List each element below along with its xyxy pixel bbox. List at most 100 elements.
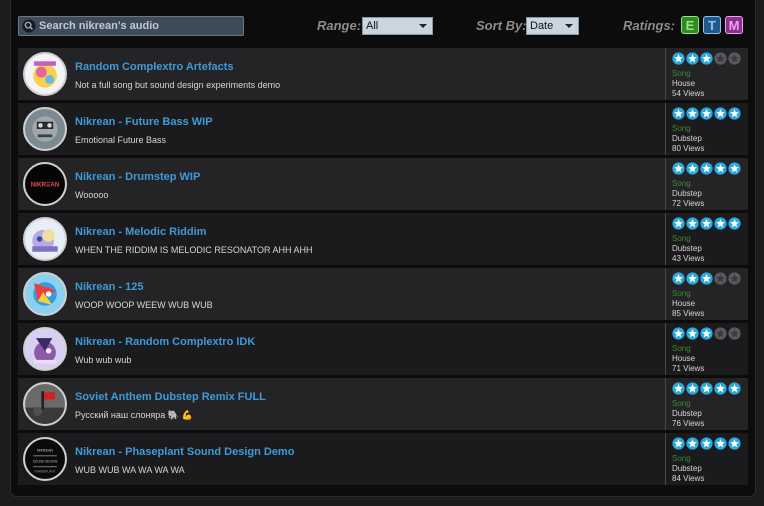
track-views-count: 54 Views — [672, 89, 705, 98]
star-icon — [686, 107, 699, 120]
star-icon — [714, 437, 727, 450]
star-icon — [714, 327, 727, 340]
star-icon — [672, 52, 685, 65]
track-genre-label: House — [672, 299, 696, 308]
track-description: Not a full song but sound design experim… — [75, 80, 281, 90]
svg-text:NIKREAN: NIKREAN — [37, 449, 53, 453]
star-rating — [672, 437, 742, 450]
star-rating — [672, 272, 742, 285]
track-row[interactable]: Nikrean - Melodic Riddim WHEN THE RIDDIM … — [18, 213, 748, 265]
star-rating — [672, 327, 742, 340]
track-description: Emotional Future Bass — [75, 135, 167, 145]
star-icon — [728, 162, 741, 175]
track-title-link[interactable]: Nikrean - Future Bass WIP — [75, 116, 213, 128]
track-title-link[interactable]: Nikrean - Phaseplant Sound Design Demo — [75, 446, 294, 458]
star-icon — [728, 437, 741, 450]
star-rating — [672, 107, 742, 120]
track-title-link[interactable]: Nikrean - 125 — [75, 281, 143, 293]
track-description: WHEN THE RIDDIM IS MELODIC RESONATOR AHH… — [75, 245, 313, 255]
track-meta: Song House 71 Views — [665, 323, 747, 375]
svg-text:SOUND DESIGN: SOUND DESIGN — [33, 460, 58, 464]
star-icon — [672, 272, 685, 285]
rating-toggle-e[interactable]: E — [681, 16, 699, 34]
star-icon — [700, 162, 713, 175]
star-icon — [686, 327, 699, 340]
track-description: WOOP WOOP WEEW WUB WUB — [75, 300, 213, 310]
track-genre-label: House — [672, 354, 696, 363]
star-icon — [686, 52, 699, 65]
star-icon — [700, 327, 713, 340]
sort-select-value: Date — [530, 20, 554, 32]
track-row[interactable]: Soviet Anthem Dubstep Remix FULL Русский … — [18, 378, 748, 430]
track-views-count: 85 Views — [672, 309, 705, 318]
track-thumbnail[interactable] — [23, 272, 67, 316]
range-select[interactable]: All — [362, 17, 433, 35]
star-icon — [672, 327, 685, 340]
track-row[interactable]: NIKREAN SOUND DESIGN PHASEPLANT Nikrean - P… — [18, 433, 748, 485]
star-icon — [700, 437, 713, 450]
star-icon — [728, 217, 741, 230]
star-icon — [700, 107, 713, 120]
track-thumbnail[interactable] — [23, 382, 67, 426]
track-description: Русский наш слоняра 🐘 💪 — [75, 410, 193, 420]
svg-text:NIKRΞAN: NIKRΞAN — [31, 182, 60, 189]
track-genre-label: House — [672, 79, 696, 88]
track-meta: Song Dubstep 43 Views — [665, 213, 747, 265]
track-thumbnail[interactable]: NIKREAN SOUND DESIGN PHASEPLANT — [23, 437, 67, 481]
track-title-link[interactable]: Nikrean - Melodic Riddim — [75, 226, 206, 238]
track-thumbnail[interactable]: NIKRΞAN — [23, 162, 67, 206]
track-meta: Song Dubstep 80 Views — [665, 103, 747, 155]
track-thumbnail[interactable] — [23, 107, 67, 151]
track-row[interactable]: Nikrean - Future Bass WIP Emotional Futur… — [18, 103, 748, 155]
star-icon — [714, 162, 727, 175]
star-icon — [686, 272, 699, 285]
track-type-label: Song — [672, 454, 691, 463]
track-genre-label: Dubstep — [672, 189, 702, 198]
star-icon — [728, 52, 741, 65]
star-icon — [686, 162, 699, 175]
track-views-count: 76 Views — [672, 419, 705, 428]
track-row[interactable]: Random Complextro Artefacts Not a full so… — [18, 48, 748, 100]
range-select-value: All — [366, 20, 379, 32]
track-title-link[interactable]: Nikrean - Random Complextro IDK — [75, 336, 255, 348]
star-rating — [672, 52, 742, 65]
track-meta: Song Dubstep 76 Views — [665, 378, 747, 430]
star-icon — [714, 52, 727, 65]
search-box[interactable] — [18, 16, 244, 36]
track-title-link[interactable]: Soviet Anthem Dubstep Remix FULL — [75, 391, 266, 403]
star-icon — [728, 382, 741, 395]
track-type-label: Song — [672, 344, 691, 353]
star-rating — [672, 382, 742, 395]
star-icon — [700, 382, 713, 395]
chevron-down-icon — [419, 24, 427, 28]
star-icon — [700, 217, 713, 230]
track-thumbnail[interactable] — [23, 217, 67, 261]
star-icon — [714, 107, 727, 120]
track-type-label: Song — [672, 289, 691, 298]
track-type-label: Song — [672, 399, 691, 408]
track-row[interactable]: NIKRΞAN Nikrean - Drumstep WIP Wooooo Song D… — [18, 158, 748, 210]
track-genre-label: Dubstep — [672, 409, 702, 418]
track-type-label: Song — [672, 234, 691, 243]
track-title-link[interactable]: Nikrean - Drumstep WIP — [75, 171, 200, 183]
track-meta: Song House 85 Views — [665, 268, 747, 320]
star-icon — [728, 107, 741, 120]
track-thumbnail[interactable] — [23, 52, 67, 96]
track-row[interactable]: Nikrean - 125 WOOP WOOP WEEW WUB WUB Song H… — [18, 268, 748, 320]
star-icon — [728, 272, 741, 285]
track-description: WUB WUB WA WA WA WA — [75, 465, 185, 475]
svg-text:PHASEPLANT: PHASEPLANT — [35, 470, 56, 474]
track-type-label: Song — [672, 69, 691, 78]
track-thumbnail[interactable] — [23, 327, 67, 371]
rating-toggle-t[interactable]: T — [703, 16, 721, 34]
track-list: Random Complextro Artefacts Not a full so… — [18, 48, 748, 488]
track-row[interactable]: Nikrean - Random Complextro IDK Wub wub w… — [18, 323, 748, 375]
sort-select[interactable]: Date — [526, 17, 579, 35]
track-meta: Song House 54 Views — [665, 48, 747, 100]
search-icon — [22, 19, 36, 33]
track-type-label: Song — [672, 179, 691, 188]
track-title-link[interactable]: Random Complextro Artefacts — [75, 61, 234, 73]
star-icon — [672, 162, 685, 175]
search-input[interactable] — [39, 20, 229, 32]
rating-toggle-m[interactable]: M — [725, 16, 743, 34]
